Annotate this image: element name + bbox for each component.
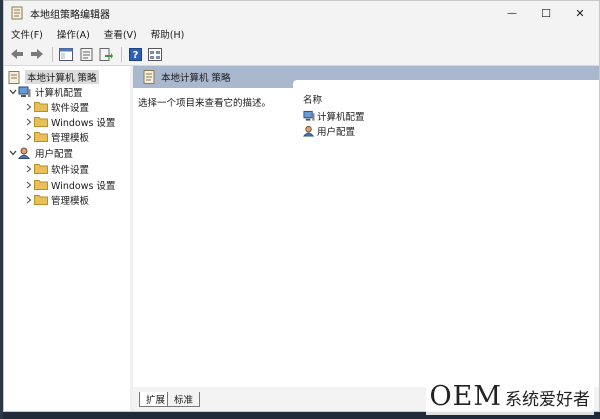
folder-icon — [34, 101, 48, 113]
details-pane: 本地计算机 策略 选择一个项目来查看它的描述。 名称 计算机配置 用户配置 扩展 — [133, 66, 599, 411]
toolbar-separator — [52, 46, 53, 62]
computer-icon — [303, 110, 315, 122]
list-item-computer-config[interactable]: 计算机配置 — [303, 109, 365, 123]
console-tree: 本地计算机 策略 计算机配置 软件设置 Windows 设置 管理模板 用户配置… — [4, 66, 131, 411]
export-list-icon — [99, 47, 113, 61]
chevron-right-icon[interactable] — [24, 165, 34, 173]
window-title: 本地组策略编辑器 — [30, 10, 110, 21]
forward-button[interactable] — [28, 45, 46, 63]
site-watermark: OEM 系统爱好者 — [425, 381, 594, 415]
folder-icon — [34, 116, 48, 128]
back-icon — [11, 49, 23, 59]
tree-item-label: 用户配置 — [35, 148, 74, 160]
group-policy-editor-window: 本地组策略编辑器 — ☐ ✕ 文件(F) 操作(A) 查看(V) 帮助(H) ?… — [3, 0, 600, 412]
chevron-right-icon[interactable] — [24, 196, 34, 204]
title-bar[interactable]: 本地组策略编辑器 — ☐ ✕ — [4, 1, 599, 25]
forward-icon — [31, 49, 43, 59]
help-icon: ? — [128, 47, 142, 61]
toolbar-separator — [121, 46, 122, 62]
properties-button[interactable] — [77, 45, 95, 63]
maximize-icon: ☐ — [541, 6, 551, 20]
description-area: 选择一个项目来查看它的描述。 — [133, 88, 293, 387]
export-list-button[interactable] — [97, 45, 115, 63]
watermark-site-name: 系统爱好者 — [505, 390, 590, 410]
item-list: 名称 计算机配置 用户配置 — [293, 80, 599, 387]
tree-item-user-config[interactable]: 用户配置 — [8, 145, 73, 160]
view-button[interactable] — [146, 45, 164, 63]
tree-item-label: 软件设置 — [51, 164, 90, 176]
show-tree-button[interactable] — [57, 45, 75, 63]
chevron-down-icon[interactable] — [8, 89, 18, 95]
tree-item-label: 本地计算机 策略 — [25, 69, 99, 84]
description-text: 选择一个项目来查看它的描述。 — [138, 98, 272, 109]
menu-file[interactable]: 文件(F) — [4, 27, 50, 41]
tree-item-user-windows[interactable]: Windows 设置 — [24, 177, 115, 192]
folder-icon — [34, 179, 48, 191]
chevron-right-icon[interactable] — [24, 118, 34, 126]
chevron-right-icon[interactable] — [24, 103, 34, 111]
properties-icon — [80, 47, 92, 61]
tree-item-label: Windows 设置 — [51, 117, 116, 129]
user-icon — [18, 147, 32, 159]
minimize-icon: — — [507, 7, 517, 19]
list-item-user-config[interactable]: 用户配置 — [303, 124, 355, 138]
tree-item-label: 软件设置 — [51, 102, 90, 114]
chevron-right-icon[interactable] — [24, 181, 34, 189]
tree-item-label: 计算机配置 — [35, 87, 83, 99]
menu-action[interactable]: 操作(A) — [50, 27, 97, 41]
help-button[interactable]: ? — [126, 45, 144, 63]
tab-standard[interactable]: 标准 — [167, 392, 201, 407]
folder-icon — [34, 194, 48, 206]
tree-item-user-admin[interactable]: 管理模板 — [24, 192, 89, 207]
tree-item-computer-windows[interactable]: Windows 设置 — [24, 114, 115, 129]
toolbar: ? — [4, 43, 599, 66]
chevron-down-icon[interactable] — [8, 150, 18, 156]
computer-icon — [18, 86, 32, 98]
tree-item-user-software[interactable]: 软件设置 — [24, 161, 89, 176]
view-icon — [148, 47, 162, 61]
list-item-label: 用户配置 — [317, 127, 356, 138]
menu-view[interactable]: 查看(V) — [97, 27, 144, 41]
list-item-label: 计算机配置 — [317, 112, 365, 123]
menu-bar: 文件(F) 操作(A) 查看(V) 帮助(H) — [4, 25, 599, 43]
policy-document-icon — [143, 70, 155, 84]
svg-text:?: ? — [132, 50, 138, 61]
watermark-logo-text: OEM — [429, 381, 502, 412]
folder-icon — [34, 131, 48, 143]
back-button[interactable] — [8, 45, 26, 63]
tree-item-label: Windows 设置 — [51, 180, 116, 192]
close-button[interactable]: ✕ — [563, 1, 597, 25]
tree-item-computer-config[interactable]: 计算机配置 — [8, 84, 83, 99]
show-tree-icon — [59, 47, 73, 61]
tree-item-local-policy[interactable]: 本地计算机 策略 — [8, 69, 99, 84]
tree-item-computer-admin[interactable]: 管理模板 — [24, 129, 89, 144]
menu-help[interactable]: 帮助(H) — [144, 27, 192, 41]
tree-item-label: 管理模板 — [51, 132, 90, 144]
chevron-right-icon[interactable] — [24, 133, 34, 141]
tree-item-label: 管理模板 — [51, 195, 90, 207]
user-icon — [303, 125, 315, 137]
close-icon: ✕ — [575, 6, 585, 20]
column-header-name[interactable]: 名称 — [303, 92, 322, 106]
maximize-button[interactable]: ☐ — [529, 1, 563, 25]
details-header-title: 本地计算机 策略 — [161, 73, 231, 84]
policy-document-icon — [8, 70, 22, 84]
minimize-button[interactable]: — — [495, 1, 529, 25]
group-policy-app-icon — [10, 6, 24, 20]
tree-item-computer-software[interactable]: 软件设置 — [24, 99, 89, 114]
folder-icon — [34, 163, 48, 175]
